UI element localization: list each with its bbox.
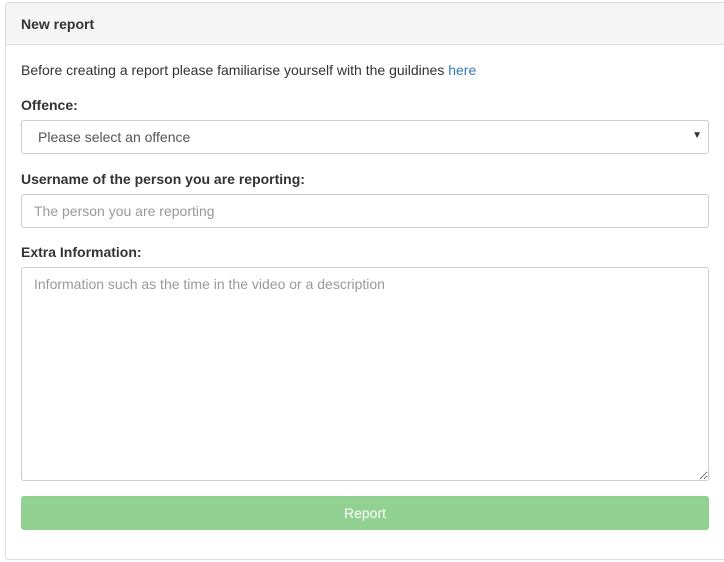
offence-select-value: Please select an offence — [38, 129, 191, 145]
report-panel: New report Before creating a report plea… — [5, 2, 724, 560]
offence-label: Offence: — [21, 97, 78, 113]
extra-info-textarea[interactable] — [21, 267, 709, 481]
username-label: Username of the person you are reporting… — [21, 171, 305, 187]
panel-heading: New report — [6, 3, 724, 45]
extra-info-label: Extra Information: — [21, 244, 142, 260]
panel-title: New report — [21, 15, 95, 32]
username-input[interactable] — [21, 194, 709, 228]
caret-down-icon: ▼ — [692, 130, 702, 141]
guidelines-link[interactable]: here — [448, 62, 476, 78]
intro-text: Before creating a report please familiar… — [21, 62, 476, 78]
offence-select[interactable]: Please select an offence ▼ — [21, 120, 709, 154]
intro-text-content: Before creating a report please familiar… — [21, 62, 449, 78]
report-button[interactable]: Report — [21, 496, 709, 530]
